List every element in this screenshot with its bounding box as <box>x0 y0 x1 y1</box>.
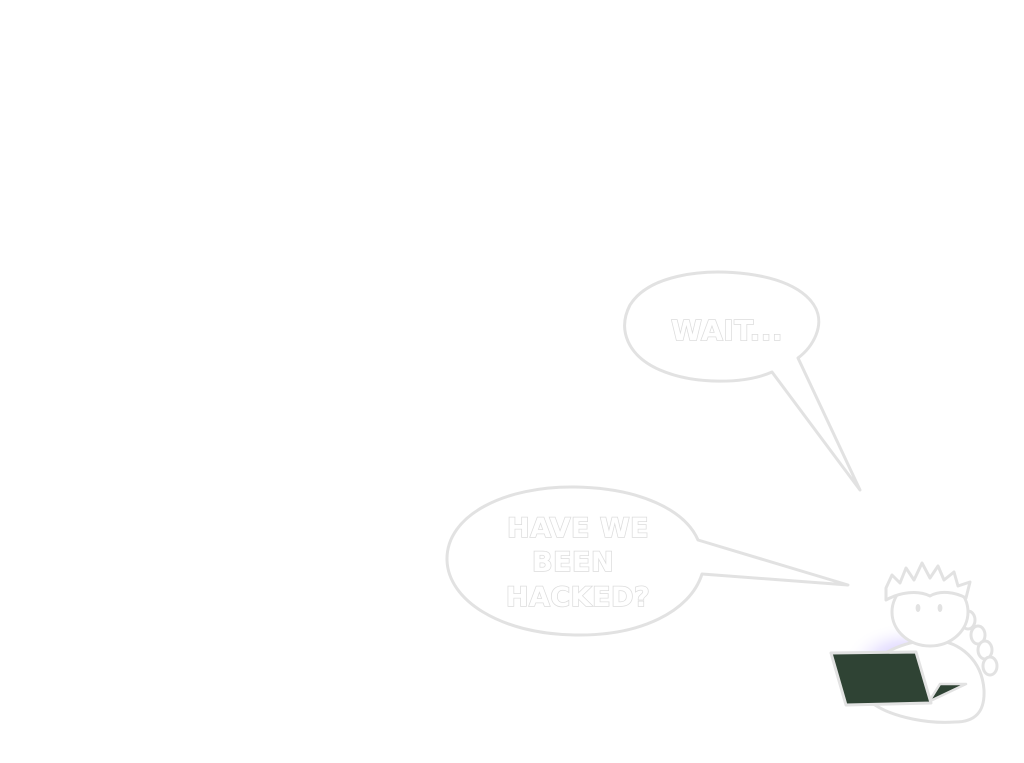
speech-bubble-hacked-line-2: BEEN <box>532 547 614 578</box>
character-left-eye <box>915 604 921 612</box>
laptop-screen <box>829 650 933 707</box>
speech-bubble-hacked-line-3: HACKED? <box>506 582 650 613</box>
character-hair <box>884 561 972 602</box>
comic-stage: WAIT... HAVE WE BEEN HACKED? <box>0 0 1024 763</box>
speech-bubble-hacked-line-1: HAVE WE <box>507 513 649 544</box>
character-right-eye <box>937 604 943 612</box>
speech-bubble-wait: WAIT... <box>623 270 862 492</box>
comic-scene: WAIT... HAVE WE BEEN HACKED? <box>445 270 999 724</box>
character-with-laptop <box>829 561 999 724</box>
speech-bubble-wait-outline <box>623 270 862 492</box>
speech-bubble-wait-text: WAIT... <box>671 314 783 347</box>
speech-bubble-hacked: HAVE WE BEEN HACKED? <box>445 485 850 637</box>
